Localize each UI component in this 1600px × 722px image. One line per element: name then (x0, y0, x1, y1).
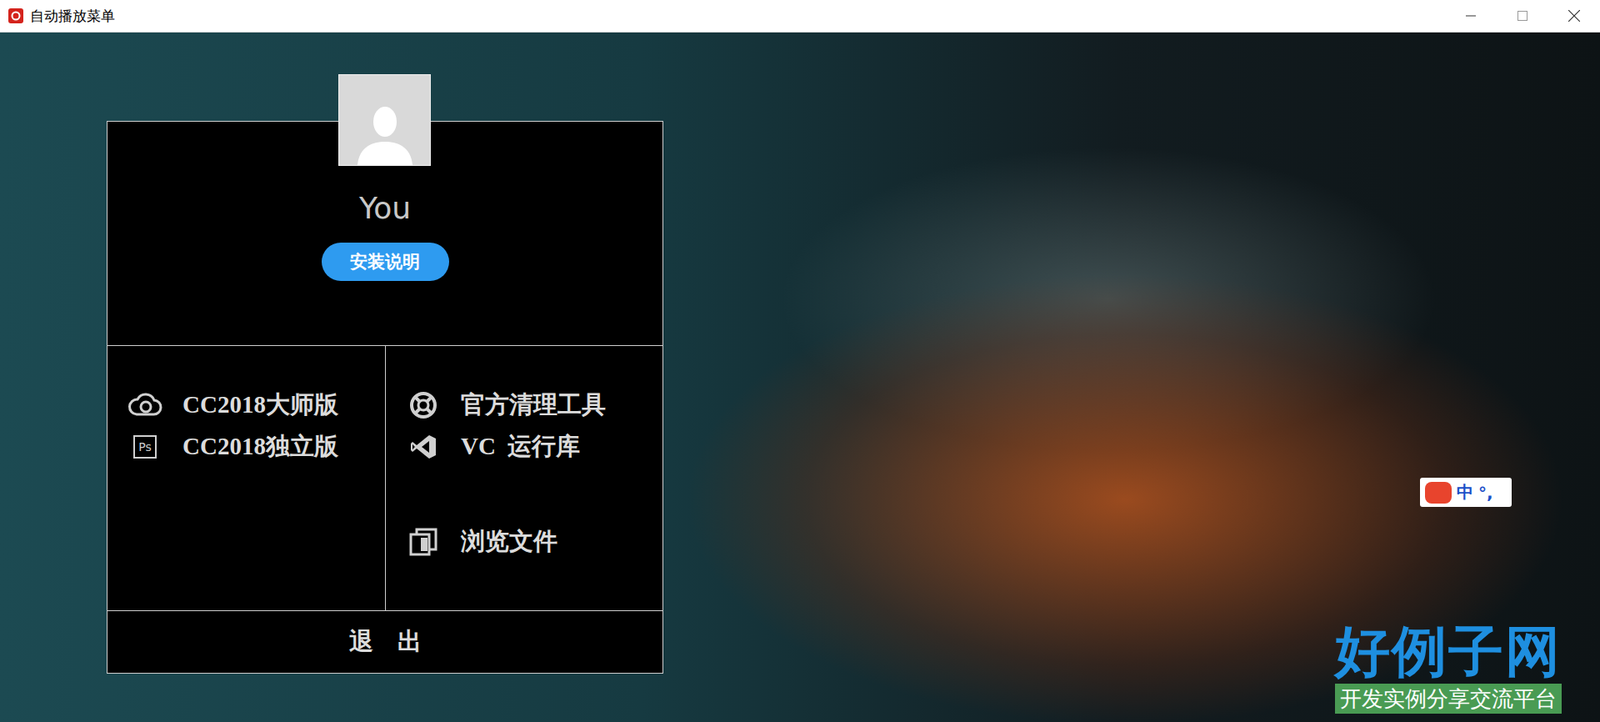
menu-item-icon-box (405, 431, 441, 462)
menu-item-label: VC 运行库 (460, 430, 580, 464)
lifebuoy-icon (409, 390, 438, 420)
menu-item[interactable]: 浏览文件 (405, 524, 663, 560)
menu-item-label: CC2018独立版 (182, 430, 339, 464)
menu-item[interactable]: Ps CC2018独立版 (127, 429, 385, 465)
background-photo: You 安装说明 CC2018大师版 Ps CC2018独立版 官方清理工具 VC 运行库浏… (0, 32, 1600, 722)
visual-studio-icon (409, 433, 438, 460)
minimize-button[interactable] (1445, 0, 1497, 33)
menu-item-icon-box (405, 526, 441, 557)
exit-button[interactable]: 退 出 (107, 610, 663, 673)
menu-item[interactable]: CC2018大师版 (127, 387, 385, 423)
maximize-icon (1517, 10, 1528, 21)
right-column: 官方清理工具 VC 运行库浏览文件 (385, 345, 663, 610)
watermark-title: 好例子网 (1335, 620, 1562, 684)
install-guide-button[interactable]: 安装说明 (321, 242, 450, 281)
menu-item-label: CC2018大师版 (182, 388, 339, 422)
photoshop-icon: Ps (133, 435, 157, 459)
user-name: You (359, 190, 411, 226)
menu-panel: You 安装说明 CC2018大师版 Ps CC2018独立版 官方清理工具 VC 运行库浏… (106, 120, 664, 674)
menu-item[interactable]: VC 运行库 (405, 429, 663, 465)
ime-mode: 中 (1456, 480, 1474, 504)
window-title: 自动播放菜单 (30, 6, 1445, 26)
menu-item[interactable]: 官方清理工具 (405, 387, 663, 423)
maximize-button[interactable] (1496, 0, 1549, 33)
creative-cloud-icon (127, 392, 163, 418)
autoplay-window: 自动播放菜单 You 安装说明 CC2018大师版 Ps CC2018独立版 官方清理工具 V… (0, 0, 1600, 722)
title-bar: 自动播放菜单 (0, 0, 1600, 33)
ime-indicator[interactable]: 中°, (1420, 477, 1512, 507)
avatar (338, 74, 431, 166)
sogou-icon (1425, 481, 1452, 504)
close-button[interactable] (1548, 0, 1600, 33)
left-column: CC2018大师版 Ps CC2018独立版 (107, 345, 386, 610)
menu-grid: CC2018大师版 Ps CC2018独立版 官方清理工具 VC 运行库浏览文件 (107, 345, 663, 611)
ime-punct: °, (1478, 482, 1494, 503)
menu-item-label: 浏览文件 (460, 525, 558, 559)
menu-item-icon-box (405, 390, 441, 420)
menu-item-label: 官方清理工具 (460, 388, 606, 422)
minimize-icon (1465, 10, 1476, 21)
app-icon (8, 8, 24, 24)
menu-item-icon-box: Ps (127, 431, 163, 462)
menu-item-icon-box (127, 390, 163, 420)
close-icon (1568, 10, 1580, 22)
files-icon (409, 527, 438, 556)
watermark-subtitle: 开发实例分享交流平台 (1335, 683, 1562, 715)
watermark: 好例子网开发实例分享交流平台 (1335, 620, 1562, 714)
user-icon (355, 98, 415, 165)
exit-label: 退 出 (349, 625, 422, 659)
